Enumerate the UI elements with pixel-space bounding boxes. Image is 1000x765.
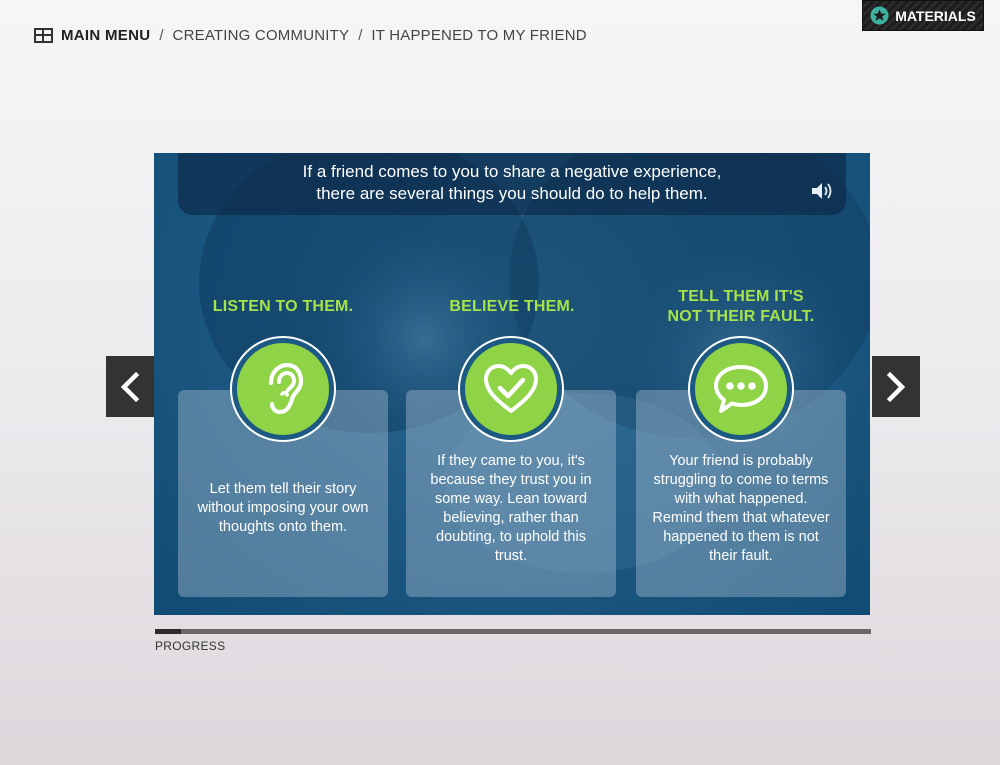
intro-text: If a friend comes to you to share a nega…: [238, 161, 786, 205]
breadcrumb-separator: /: [159, 26, 164, 44]
breadcrumb-item-creating-community[interactable]: CREATING COMMUNITY: [173, 27, 350, 44]
intro-line-2: there are several things you should do t…: [316, 184, 708, 203]
breadcrumb-item-current: IT HAPPENED TO MY FRIEND: [371, 26, 587, 44]
circle-believe: [458, 336, 564, 442]
card-text-listen: Let them tell their story without imposi…: [197, 481, 369, 535]
column-title-line: NOT THEIR FAULT.: [667, 308, 815, 325]
main-menu-link[interactable]: MAIN MENU: [61, 27, 150, 44]
column-title-line: LISTEN TO THEM.: [212, 298, 354, 315]
card-text-believe: If they came to you, it's because they t…: [430, 452, 592, 564]
materials-label: MATERIALS: [895, 7, 976, 24]
next-button[interactable]: [872, 356, 920, 417]
circle-listen: [230, 336, 336, 442]
speech-bubble-icon: [714, 365, 768, 413]
breadcrumb-separator: /: [358, 26, 363, 44]
intro-banner: If a friend comes to you to share a nega…: [178, 153, 846, 215]
progress-bar: [155, 629, 871, 634]
progress-label: PROGRESS: [155, 639, 226, 653]
progress-fill: [155, 629, 182, 634]
column-title-believe: BELIEVE THEM.: [412, 297, 612, 317]
circle-not-fault: [688, 336, 794, 442]
chevron-right-icon: [886, 371, 906, 402]
intro-line-1: If a friend comes to you to share a nega…: [302, 162, 722, 181]
card-text-not-fault: Your friend is probably struggling to co…: [652, 452, 830, 564]
column-title-line: BELIEVE THEM.: [449, 298, 575, 315]
heart-check-icon: [484, 364, 538, 413]
star-badge-icon: [870, 6, 889, 25]
previous-button[interactable]: [106, 356, 154, 417]
column-title-line: TELL THEM IT'S: [678, 288, 804, 305]
main-menu-icon[interactable]: [34, 27, 53, 43]
column-title-listen: LISTEN TO THEM.: [184, 297, 382, 317]
slide-panel: If a friend comes to you to share a nega…: [154, 153, 870, 615]
materials-button[interactable]: MATERIALS: [862, 0, 984, 31]
ear-icon: [268, 362, 304, 415]
chevron-left-icon: [120, 371, 140, 402]
breadcrumb: MAIN MENU / CREATING COMMUNITY / IT HAPP…: [34, 24, 587, 46]
speaker-icon[interactable]: [810, 181, 834, 201]
column-title-not-fault: TELL THEM IT'S NOT THEIR FAULT.: [640, 287, 842, 327]
